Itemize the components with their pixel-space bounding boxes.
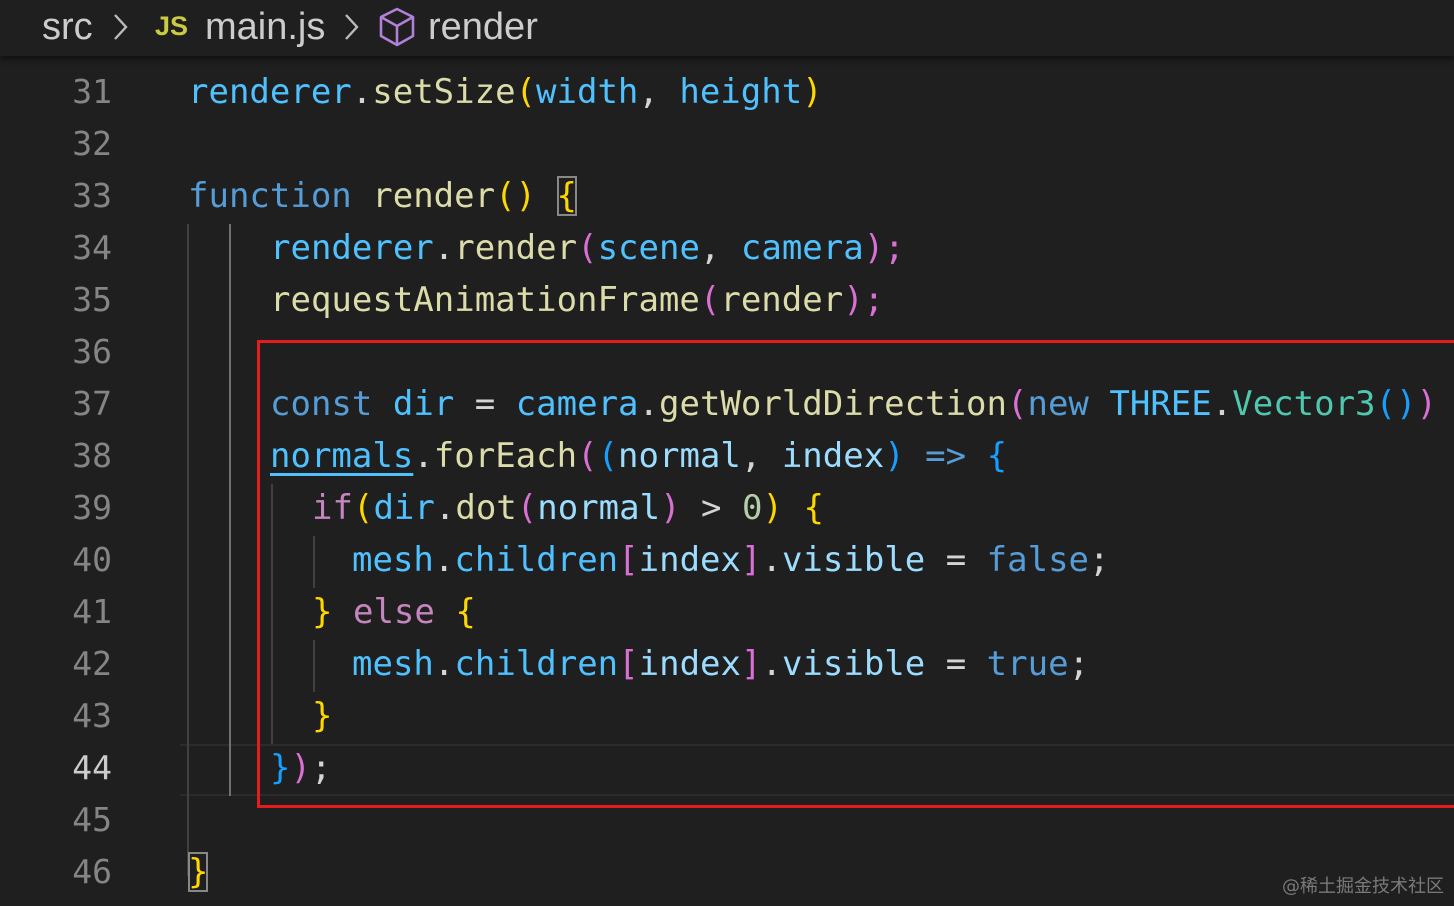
line-number: 42: [72, 644, 112, 683]
code-line-31[interactable]: renderer.setSize(width, height): [188, 66, 823, 118]
token: setSize: [372, 72, 516, 112]
line-number: 39: [72, 488, 112, 527]
token: (: [515, 72, 537, 112]
indent-guide: [229, 224, 231, 796]
line-number-active: 44: [72, 748, 112, 787]
cube-icon: [379, 7, 415, 47]
token: (: [577, 228, 598, 268]
line-number: 31: [72, 72, 112, 111]
chevron-right-icon: [114, 14, 128, 40]
token: ,: [699, 228, 741, 268]
token: (): [495, 176, 537, 216]
token: height: [679, 72, 803, 112]
token: ): [802, 72, 823, 112]
line-number: 32: [72, 124, 112, 163]
breadcrumb-symbol[interactable]: render: [428, 3, 538, 51]
code-line-46[interactable]: }: [188, 846, 209, 898]
code-line-34[interactable]: renderer.render(scene, camera);: [270, 222, 905, 274]
indent-guide: [187, 224, 189, 876]
line-number: 38: [72, 436, 112, 475]
js-file-icon: JS: [155, 11, 189, 41]
token: function: [188, 176, 352, 216]
chevron-right-icon: [345, 14, 359, 40]
annotation-box: [257, 340, 1454, 808]
line-number: 35: [72, 280, 112, 319]
token: width: [536, 72, 639, 112]
breadcrumb-folder[interactable]: src: [42, 3, 93, 51]
breadcrumb: src JS main.js render: [0, 0, 1454, 56]
line-number: 36: [72, 332, 112, 371]
line-number: 45: [72, 800, 112, 839]
line-number: 46: [72, 852, 112, 891]
breadcrumb-file[interactable]: main.js: [205, 3, 325, 51]
token: scene: [597, 228, 700, 268]
line-number: 34: [72, 228, 112, 267]
token: render: [372, 176, 496, 216]
token: ,: [638, 72, 680, 112]
token: render: [454, 228, 578, 268]
token: );: [843, 280, 885, 320]
bracket-match: {: [556, 176, 577, 216]
line-number: 37: [72, 384, 112, 423]
watermark: @稀土掘金技术社区: [1282, 876, 1444, 897]
token: renderer: [188, 72, 352, 112]
token: );: [863, 228, 905, 268]
token: (: [699, 280, 721, 320]
line-number: 43: [72, 696, 112, 735]
line-number: 33: [72, 176, 112, 215]
code-line-33[interactable]: function render() {: [188, 170, 577, 222]
code-line-35[interactable]: requestAnimationFrame(render);: [270, 274, 884, 326]
bracket-match: }: [188, 852, 209, 892]
token: .: [351, 72, 373, 112]
token: camera: [740, 228, 864, 268]
token: render: [720, 280, 844, 320]
token: requestAnimationFrame: [270, 280, 700, 320]
line-number: 41: [72, 592, 112, 631]
line-number: 40: [72, 540, 112, 579]
token: renderer: [270, 228, 434, 268]
token: .: [433, 228, 455, 268]
